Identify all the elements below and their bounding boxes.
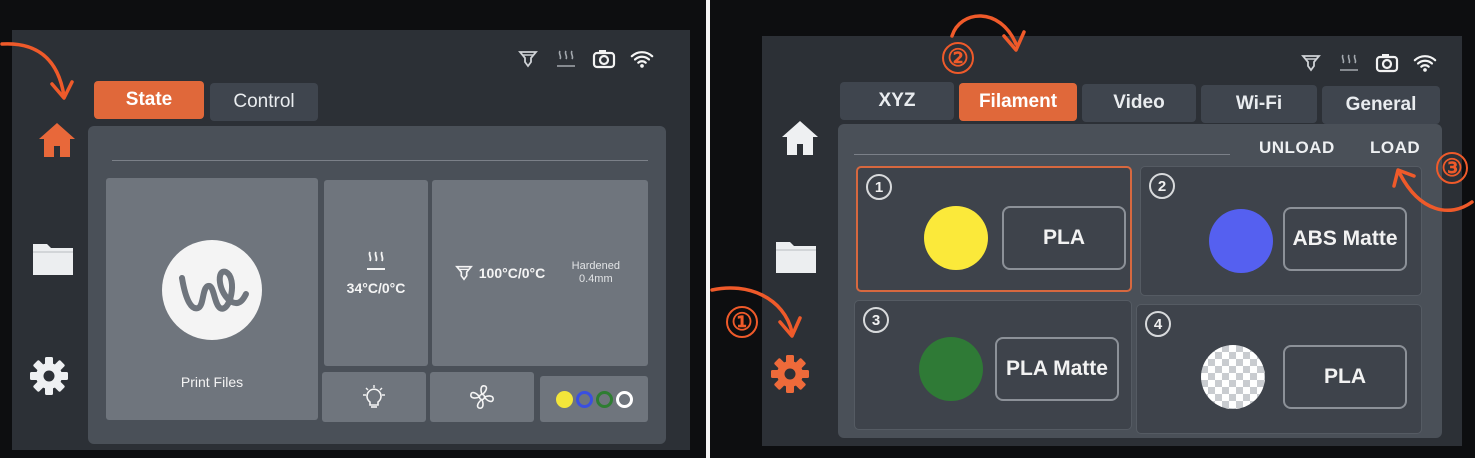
print-files-logo-icon (162, 240, 262, 340)
slot-dot-1 (555, 390, 573, 408)
nozzle-temp-value: 100°C/0°C (478, 265, 546, 281)
slot-dot-2 (575, 390, 593, 408)
filament-content-area: UNLOAD LOAD 1 PLA 2 ABS Matte 3 PLA Matt… (838, 124, 1442, 438)
tab-state[interactable]: State (94, 81, 204, 119)
annotation-arrow-home (0, 42, 74, 100)
filament-slot-1[interactable]: 1 PLA (856, 166, 1132, 292)
tab-xyz[interactable]: XYZ (840, 82, 954, 120)
heatbed-status-icon (1337, 52, 1361, 74)
tab-wifi[interactable]: Wi-Fi (1201, 85, 1317, 123)
tab-filament[interactable]: Filament (959, 83, 1077, 121)
slot-material-label[interactable]: PLA (1002, 206, 1126, 270)
status-bar (1299, 52, 1437, 74)
fan-icon (470, 385, 494, 409)
light-icon (363, 385, 385, 408)
sidebar-folder-icon[interactable] (774, 234, 818, 278)
heatbed-icon (367, 251, 385, 270)
sidebar-settings-gear-icon[interactable] (27, 354, 71, 398)
slot-color-swatch (924, 206, 988, 270)
nozzle-type-line1: Hardened (571, 260, 620, 272)
slot-number: 4 (1145, 311, 1171, 337)
load-button[interactable]: LOAD (1370, 138, 1420, 158)
heatbed-temp-tile[interactable]: 34°C/0°C (324, 180, 428, 366)
light-toggle-tile[interactable] (322, 372, 426, 422)
tab-general[interactable]: General (1322, 86, 1440, 124)
unload-button[interactable]: UNLOAD (1259, 138, 1335, 158)
divider-line (112, 160, 648, 161)
wifi-icon (630, 48, 654, 70)
heatbed-status-icon (554, 48, 578, 70)
sidebar-folder-icon[interactable] (31, 236, 75, 280)
left-screen-photo: State Control Print Files 34°C/0°C 100°C… (0, 0, 706, 458)
sidebar-settings-gear-icon[interactable] (768, 352, 812, 396)
slot-number: 1 (866, 174, 892, 200)
filament-slot-4[interactable]: 4 PLA (1136, 304, 1422, 434)
annotation-arrow-3 (1392, 168, 1474, 212)
sidebar-home-icon[interactable] (778, 116, 822, 160)
slot-material-label[interactable]: PLA Matte (995, 337, 1119, 401)
camera-icon (1375, 52, 1399, 74)
divider-line (854, 154, 1230, 155)
tab-control[interactable]: Control (210, 83, 318, 121)
print-files-tile[interactable]: Print Files (106, 178, 318, 420)
nozzle-status-icon (1299, 52, 1323, 74)
right-screen-photo: XYZ Filament Video Wi-Fi General UNLOAD … (710, 0, 1475, 458)
annotation-arrow-1 (710, 286, 802, 338)
slot-color-swatch (1209, 209, 1273, 273)
slot-dot-4 (615, 390, 633, 408)
slot-number: 3 (863, 307, 889, 333)
slot-dot-3 (595, 390, 613, 408)
nozzle-temp-tile[interactable]: 100°C/0°C Hardened 0.4mm (432, 180, 648, 366)
nozzle-icon (454, 265, 473, 281)
wifi-icon (1413, 52, 1437, 74)
slot-color-swatch (919, 337, 983, 401)
annotation-arrow-2 (950, 14, 1026, 52)
slot-color-swatch-transparent (1201, 345, 1265, 409)
sidebar-home-icon[interactable] (35, 118, 79, 162)
fan-toggle-tile[interactable] (430, 372, 534, 422)
status-bar (516, 48, 654, 70)
nozzle-type-line2: 0.4mm (579, 273, 613, 285)
state-content-area: Print Files 34°C/0°C 100°C/0°C Hardened … (88, 126, 666, 444)
camera-icon (592, 48, 616, 70)
slot-material-label[interactable]: PLA (1283, 345, 1407, 409)
nozzle-status-icon (516, 48, 540, 70)
print-files-label: Print Files (180, 374, 244, 390)
filament-slots-tile[interactable] (540, 376, 648, 422)
bed-temp-value: 34°C/0°C (346, 280, 406, 296)
tab-video[interactable]: Video (1082, 84, 1196, 122)
filament-slot-3[interactable]: 3 PLA Matte (854, 300, 1132, 430)
slot-number: 2 (1149, 173, 1175, 199)
